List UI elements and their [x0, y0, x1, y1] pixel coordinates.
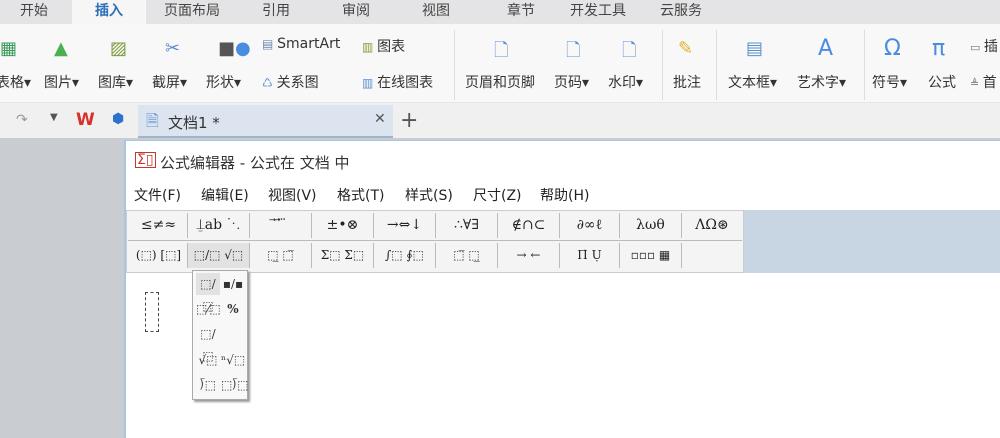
insert-more-button[interactable]: ▭ 插: [970, 36, 998, 56]
menu-file[interactable]: 文件(F): [134, 185, 181, 205]
screenshot-icon: ✂: [165, 38, 181, 59]
smartart-icon: ▤: [262, 37, 278, 51]
tab-start[interactable]: 开始: [0, 0, 68, 24]
menu-size[interactable]: 尺寸(Z): [473, 185, 522, 205]
new-tab-button[interactable]: +: [400, 108, 418, 133]
watermark-button[interactable]: 水印▾: [608, 72, 643, 92]
spaces-palette[interactable]: ⍊ab ⋱: [188, 213, 250, 238]
long-division-template[interactable]: ⟌⬚: [196, 374, 220, 396]
divider: [716, 30, 717, 100]
tab-insert[interactable]: 插入: [72, 0, 146, 24]
pi-icon: π: [932, 36, 946, 61]
tab-developer[interactable]: 开发工具: [560, 0, 636, 24]
window-title: 公式编辑器 - 公式在 文档 中: [160, 154, 350, 172]
divider: [864, 30, 865, 100]
shape-button[interactable]: 形状▾: [206, 72, 241, 92]
watermark-icon: 🗋: [622, 40, 637, 61]
tab-page-layout[interactable]: 页面布局: [150, 0, 234, 24]
wps-logo-icon[interactable]: W: [76, 110, 95, 130]
inline-fraction-template[interactable]: ⬚/⬚: [196, 323, 220, 363]
menu-style[interactable]: 样式(S): [405, 185, 453, 205]
tab-chapter[interactable]: 章节: [490, 0, 552, 24]
document-icon: 🗎: [146, 111, 159, 130]
comment-icon: ✎: [678, 38, 694, 59]
textbox-button[interactable]: 文本框▾: [728, 72, 777, 92]
online-chart-button[interactable]: ▥ 在线图表: [362, 72, 433, 92]
textbox-icon: ▤: [746, 38, 764, 59]
bar-palette[interactable]: ⬚̅ ⬚̲: [436, 243, 498, 268]
misc-symbols-palette[interactable]: ∂∞ℓ: [560, 213, 620, 238]
square-root-template[interactable]: √⬚: [196, 349, 220, 371]
relation-icon: ♺: [262, 76, 277, 90]
equation-input-slot[interactable]: [145, 292, 159, 332]
formula-button[interactable]: 公式: [928, 72, 956, 92]
greek-upper-palette[interactable]: ΛΩ⊛: [682, 213, 742, 238]
page-number-button[interactable]: 页码▾: [554, 72, 589, 92]
small-slash-template[interactable]: %: [221, 298, 245, 320]
equation-editor-icon: Σ▯: [135, 152, 156, 168]
document-tab-title: 文档1 *: [168, 114, 220, 132]
tab-review[interactable]: 审阅: [325, 0, 387, 24]
table-button[interactable]: 表格▾: [0, 72, 31, 92]
integral-palette[interactable]: ∫⬚ ∮⬚: [374, 243, 436, 268]
long-division-quotient-template[interactable]: ⬚⟌⬚: [221, 374, 249, 396]
ribbon-tab-bar: 开始 插入 页面布局 引用 审阅 视图 章节 开发工具 云服务: [0, 0, 1000, 24]
tab-cloud[interactable]: 云服务: [650, 0, 712, 24]
picture-button[interactable]: 图片▾: [44, 72, 79, 92]
menu-help[interactable]: 帮助(H): [540, 185, 589, 205]
greek-lower-palette[interactable]: λωθ: [620, 213, 682, 238]
document-tab[interactable]: 🗎 文档1 * ✕: [138, 105, 393, 138]
wordart-button[interactable]: 艺术字▾: [797, 72, 846, 92]
chart-icon: ▥: [362, 40, 378, 54]
subscript-palette[interactable]: ⬚̲ ⬚̅: [250, 243, 312, 268]
matrix-palette[interactable]: ▫▫▫ ▦: [620, 243, 682, 268]
redo-icon[interactable]: ↷: [16, 112, 28, 128]
symbol-button[interactable]: 符号▾: [872, 72, 907, 92]
summation-palette[interactable]: Σ⬚ Σ⬚: [312, 243, 374, 268]
logic-palette[interactable]: ∴∀∃: [436, 213, 498, 238]
picture-icon: ▲: [54, 38, 68, 59]
fractions-radicals-palette[interactable]: ⬚/⬚ √⬚: [188, 243, 250, 268]
gallery-icon: ▨: [110, 38, 128, 59]
cube-icon[interactable]: ⬢: [112, 111, 124, 127]
smartart-button[interactable]: ▤ SmartArt: [262, 36, 340, 52]
operators-palette[interactable]: ±•⊗: [312, 213, 374, 238]
small-fraction-template[interactable]: ▪/▪: [221, 273, 245, 295]
divider: [454, 30, 455, 100]
fences-palette[interactable]: (⬚) [⬚]: [130, 243, 188, 268]
tab-references[interactable]: 引用: [245, 0, 307, 24]
menu-edit[interactable]: 编辑(E): [201, 185, 249, 205]
products-palette[interactable]: Π̇ Ụ: [560, 243, 620, 268]
dropdown-icon[interactable]: ▼: [50, 112, 58, 123]
comment-button[interactable]: 批注: [673, 72, 701, 92]
slash-fraction-template[interactable]: ⬚⁄⬚: [196, 298, 221, 320]
labeled-arrow-palette[interactable]: → ←: [498, 243, 560, 268]
full-fraction-template[interactable]: ⬚/⬚: [196, 273, 220, 313]
screenshot-button[interactable]: 截屏▾: [152, 72, 187, 92]
menu-format[interactable]: 格式(T): [337, 185, 384, 205]
shape-icon: ■●: [218, 38, 251, 59]
embellishments-palette[interactable]: ⃗ ⃗ ⃛: [250, 213, 312, 238]
omega-icon: Ω: [884, 36, 901, 61]
arrows-palette[interactable]: →⇔↓: [374, 213, 436, 238]
header-footer-button[interactable]: 页眉和页脚: [465, 72, 535, 92]
menu-view[interactable]: 视图(V): [268, 185, 317, 205]
set-theory-palette[interactable]: ∉∩⊂: [498, 213, 560, 238]
relation-chart-button[interactable]: ♺ 关系图: [262, 72, 319, 92]
online-chart-icon: ▥: [362, 76, 378, 90]
chart-button[interactable]: ▥ 图表: [362, 36, 405, 56]
page-number-icon: 🗋: [566, 40, 581, 61]
relations-palette[interactable]: ≤≠≈: [130, 213, 188, 238]
table-icon: ▦: [0, 38, 18, 59]
drop-cap-button[interactable]: ≜ 首: [970, 72, 997, 92]
divider: [662, 30, 663, 100]
header-footer-icon: 🗋: [494, 40, 509, 61]
close-icon[interactable]: ✕: [374, 111, 386, 127]
divider: [128, 240, 742, 241]
fraction-radical-dropdown: ⬚/⬚ ▪/▪ ⬚⁄⬚ % ⬚/⬚ √⬚ ⁿ√⬚ ⟌⬚ ⬚⟌⬚: [192, 270, 249, 400]
nth-root-template[interactable]: ⁿ√⬚: [221, 349, 245, 371]
tab-view[interactable]: 视图: [405, 0, 467, 24]
gallery-button[interactable]: 图库▾: [98, 72, 133, 92]
wordart-icon: A: [818, 36, 834, 61]
